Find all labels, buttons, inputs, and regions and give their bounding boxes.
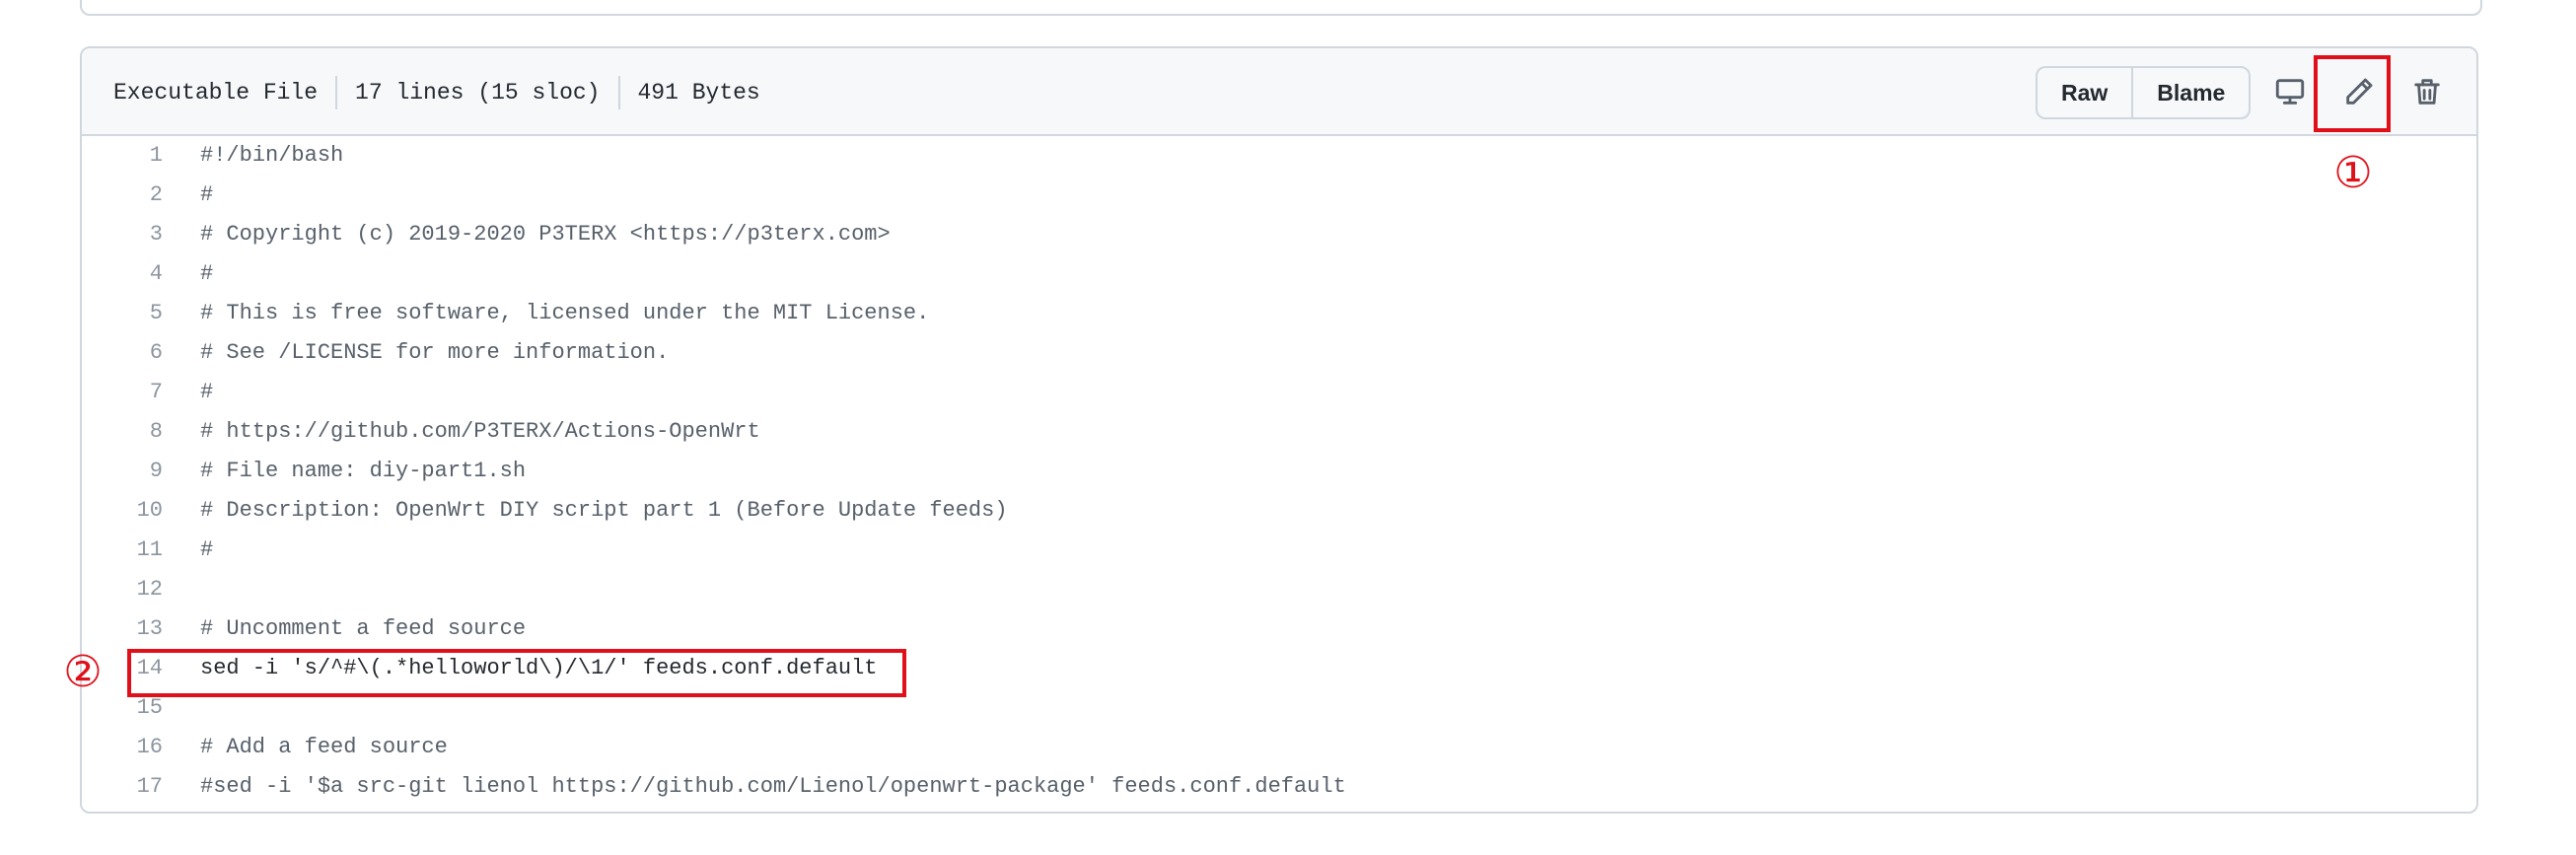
line-number[interactable]: 9: [82, 452, 163, 491]
annotation-box-edit: [2314, 55, 2391, 132]
blame-button[interactable]: Blame: [2131, 68, 2249, 117]
code-line: 13 # Uncomment a feed source: [82, 609, 2476, 649]
code-text: #sed -i '$a src-git lienol https://githu…: [200, 774, 1346, 799]
code-text: # File name: diy-part1.sh: [200, 459, 527, 483]
code-text: #: [200, 537, 214, 562]
line-number[interactable]: 5: [82, 294, 163, 333]
divider: [335, 75, 338, 109]
raw-button[interactable]: Raw: [2038, 68, 2131, 117]
code-text: #!/bin/bash: [200, 143, 344, 168]
code-line: 12: [82, 570, 2476, 609]
line-number[interactable]: 7: [82, 373, 163, 412]
code-line: 4 #: [82, 254, 2476, 294]
line-count: 17 lines (15 sloc): [355, 79, 601, 106]
code-text: #: [200, 261, 214, 286]
annotation-number-one: ①: [2333, 148, 2373, 198]
code-line: 3 # Copyright (c) 2019-2020 P3TERX <https…: [82, 215, 2476, 254]
file-size: 491 Bytes: [637, 79, 760, 106]
file-info: Executable File 17 lines (15 sloc) 491 B…: [113, 48, 760, 136]
line-number[interactable]: 10: [82, 491, 163, 531]
code-line: 17 #sed -i '$a src-git lienol https://git…: [82, 767, 2476, 807]
line-number[interactable]: 16: [82, 728, 163, 767]
file-viewer: Executable File 17 lines (15 sloc) 491 B…: [80, 46, 2478, 814]
line-number[interactable]: 2: [82, 176, 163, 215]
code-text: # Uncomment a feed source: [200, 616, 527, 641]
divider: [617, 75, 620, 109]
line-number[interactable]: 13: [82, 609, 163, 649]
line-number[interactable]: 3: [82, 215, 163, 254]
annotation-number-two: ②: [63, 647, 103, 697]
code-text: # Copyright (c) 2019-2020 P3TERX <https:…: [200, 222, 891, 247]
code-line: 5 # This is free software, licensed under…: [82, 294, 2476, 333]
desktop-icon[interactable]: [2266, 68, 2314, 115]
code-line: 9 # File name: diy-part1.sh: [82, 452, 2476, 491]
code-text: # See /LICENSE for more information.: [200, 340, 670, 365]
code-line: 16 # Add a feed source: [82, 728, 2476, 767]
code-line: 7 #: [82, 373, 2476, 412]
code-text: #: [200, 182, 214, 207]
code-line: 1 #!/bin/bash: [82, 136, 2476, 176]
code-line: 8 # https://github.com/P3TERX/Actions-Ope…: [82, 412, 2476, 452]
code-text: # https://github.com/P3TERX/Actions-Open…: [200, 419, 760, 444]
line-number[interactable]: 17: [82, 767, 163, 807]
file-type: Executable File: [113, 79, 319, 106]
file-header: Executable File 17 lines (15 sloc) 491 B…: [82, 48, 2476, 136]
previous-panel: [80, 0, 2482, 16]
line-number[interactable]: 12: [82, 570, 163, 609]
line-number[interactable]: 8: [82, 412, 163, 452]
code-line: 6 # See /LICENSE for more information.: [82, 333, 2476, 373]
code-text: # This is free software, licensed under …: [200, 301, 930, 325]
line-number[interactable]: 11: [82, 531, 163, 570]
view-mode-buttons: Raw Blame: [2036, 66, 2252, 119]
line-number[interactable]: 4: [82, 254, 163, 294]
code-text: # Description: OpenWrt DIY script part 1…: [200, 498, 1008, 523]
trash-icon[interactable]: [2403, 68, 2451, 115]
code-view: 1 #!/bin/bash 2 #3 # Copyright (c) 2019-2020…: [82, 136, 2476, 807]
code-line: 2 #: [82, 176, 2476, 215]
code-text: #: [200, 380, 214, 404]
annotation-box-line-14: [127, 649, 906, 697]
line-number[interactable]: 1: [82, 136, 163, 176]
code-text: # Add a feed source: [200, 735, 448, 759]
line-number[interactable]: 6: [82, 333, 163, 373]
code-line: 10 # Description: OpenWrt DIY script part…: [82, 491, 2476, 531]
code-line: 11 #: [82, 531, 2476, 570]
